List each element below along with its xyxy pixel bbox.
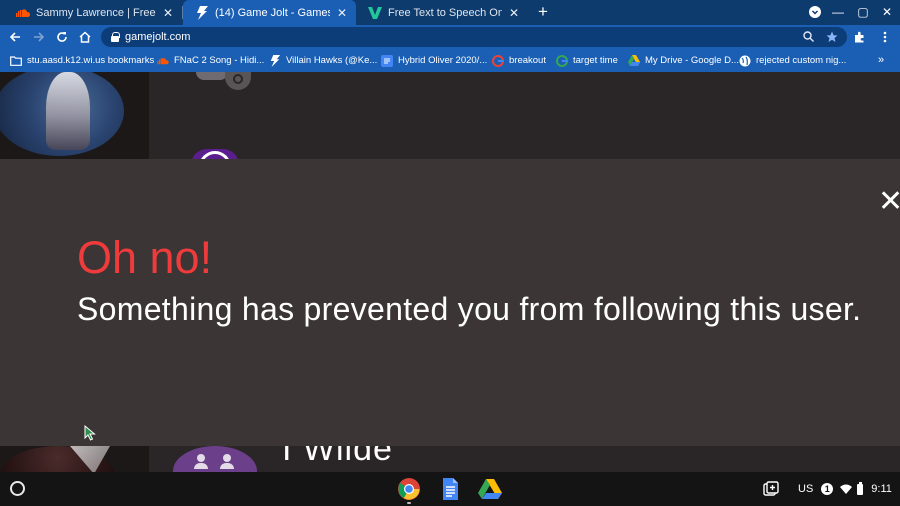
- status-tray[interactable]: US 1 9:11: [788, 478, 892, 500]
- modal-message: Something has prevented you from followi…: [77, 291, 862, 327]
- bookmark-label: FNaC 2 Song - Hidi...: [174, 55, 265, 66]
- mouse-cursor-icon: [84, 424, 96, 441]
- folder-icon: [10, 55, 22, 67]
- drive-icon[interactable]: [478, 477, 502, 501]
- tab-strip: Sammy Lawrence | Free Listening ✕ (14) G…: [0, 0, 900, 25]
- bookmarks-overflow-button[interactable]: »: [878, 49, 884, 72]
- bookmark-rejected-custom[interactable]: rejected custom nig...: [739, 49, 846, 72]
- minimize-button[interactable]: —: [827, 0, 849, 25]
- reload-button[interactable]: [52, 25, 72, 49]
- soundcloud-icon: [157, 55, 169, 67]
- bookmark-label: target time: [573, 55, 618, 66]
- forward-button[interactable]: [29, 25, 49, 49]
- tab-gamejolt[interactable]: (14) Game Jolt - Games for the lo ✕: [183, 0, 356, 25]
- tab-tts[interactable]: Free Text to Speech Online with F ✕: [356, 0, 528, 25]
- globe-icon: [739, 55, 751, 67]
- gamejolt-icon: [195, 5, 209, 20]
- screen-capture-icon[interactable]: [760, 479, 782, 499]
- bookmark-my-drive[interactable]: My Drive - Google D...: [628, 49, 739, 72]
- back-button[interactable]: [5, 25, 25, 49]
- launcher-icon[interactable]: [10, 481, 25, 496]
- docs-icon[interactable]: [438, 477, 462, 501]
- modal-close-button[interactable]: ✕: [878, 187, 900, 217]
- tab-close-icon[interactable]: ✕: [160, 6, 176, 20]
- tab-title: Sammy Lawrence | Free Listening: [36, 6, 156, 19]
- error-modal: ✕ Oh no! Something has prevented you fro…: [0, 159, 900, 446]
- chrome-icon[interactable]: [397, 477, 421, 501]
- close-window-button[interactable]: ✕: [876, 0, 898, 25]
- new-tab-button[interactable]: +: [534, 2, 552, 22]
- bookmark-target-time[interactable]: target time: [556, 49, 618, 72]
- tts-icon: [368, 6, 382, 20]
- bookmarks-bar: stu.aasd.k12.wi.us bookmarks FNaC 2 Song…: [0, 49, 900, 72]
- bookmark-label: stu.aasd.k12.wi.us bookmarks: [27, 55, 155, 66]
- avatar-figure: [46, 72, 90, 150]
- address-bar[interactable]: gamejolt.com: [101, 27, 847, 47]
- bookmark-label: Villain Hawks (@Ke...: [286, 55, 378, 66]
- drive-icon: [628, 55, 640, 67]
- user-icon: [194, 454, 208, 469]
- tab-title: Free Text to Speech Online with F: [388, 6, 502, 19]
- bookmark-stu-aasd[interactable]: stu.aasd.k12.wi.us bookmarks: [10, 49, 154, 72]
- bookmark-label: breakout: [509, 55, 546, 66]
- bookmark-hybrid-oliver[interactable]: Hybrid Oliver 2020/...: [381, 49, 487, 72]
- tab-close-icon[interactable]: ✕: [334, 6, 350, 20]
- bookmark-label: Hybrid Oliver 2020/...: [398, 55, 488, 66]
- modal-title: Oh no!: [77, 232, 213, 283]
- menu-kebab-icon[interactable]: [875, 25, 895, 49]
- bookmark-breakout[interactable]: breakout: [492, 49, 546, 72]
- browser-toolbar: gamejolt.com: [0, 25, 900, 49]
- extensions-icon[interactable]: [850, 25, 870, 49]
- tab-search-icon[interactable]: [804, 0, 826, 25]
- bookmark-star-icon[interactable]: [823, 27, 841, 47]
- wifi-icon: [840, 484, 853, 494]
- bookmark-fnac[interactable]: FNaC 2 Song - Hidi...: [157, 49, 264, 72]
- ime-indicator: US: [798, 483, 814, 495]
- zoom-icon[interactable]: [799, 27, 817, 47]
- home-button[interactable]: [75, 25, 95, 49]
- soundcloud-icon: [16, 6, 30, 20]
- bookmark-label: My Drive - Google D...: [645, 55, 739, 66]
- running-indicator: [407, 502, 411, 504]
- tab-soundcloud[interactable]: Sammy Lawrence | Free Listening ✕: [4, 0, 182, 25]
- url-text: gamejolt.com: [125, 31, 191, 43]
- google-icon: [556, 54, 568, 67]
- notification-badge: 1: [821, 483, 834, 495]
- card-fragment: [196, 72, 228, 80]
- tab-close-icon[interactable]: ✕: [506, 6, 522, 20]
- clock: 9:11: [871, 483, 892, 495]
- gamejolt-icon: [269, 54, 281, 67]
- bookmark-label: rejected custom nig...: [756, 55, 847, 66]
- battery-icon: [857, 481, 864, 495]
- user-icon: [220, 454, 234, 469]
- google-icon: [492, 54, 504, 67]
- lock-icon: [111, 32, 120, 42]
- docs-icon: [381, 54, 393, 67]
- os-shelf: US 1 9:11: [0, 472, 900, 506]
- tab-title: (14) Game Jolt - Games for the lo: [215, 6, 330, 19]
- bookmark-villain-hawks[interactable]: Villain Hawks (@Ke...: [269, 49, 377, 72]
- maximize-button[interactable]: ▢: [852, 0, 874, 25]
